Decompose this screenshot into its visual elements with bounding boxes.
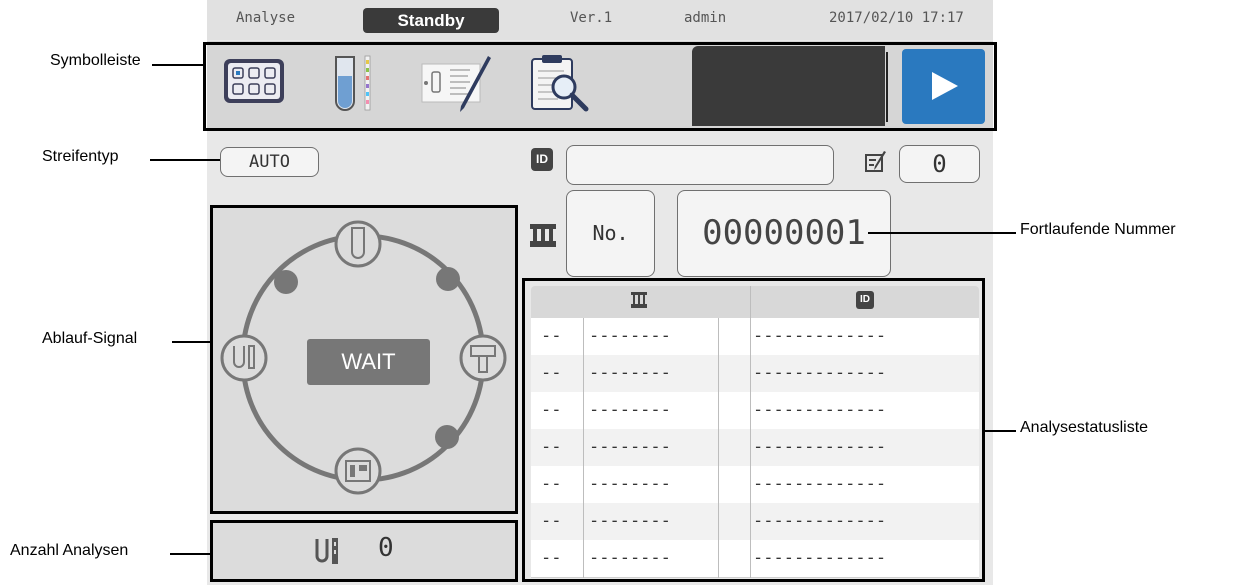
status-list-highlight-frame — [522, 278, 985, 582]
callout-status-list: Analysestatusliste — [1020, 419, 1149, 436]
callout-sequence-number: Fortlaufende Nummer — [1020, 221, 1176, 238]
callout-analyses-count: Anzahl Analysen — [10, 542, 129, 559]
callout-line — [868, 232, 1016, 234]
callout-toolbar: Symbolleiste — [50, 52, 141, 69]
flow-signal-highlight-frame — [210, 205, 518, 514]
version-label: Ver.1 — [570, 10, 613, 26]
user-label: admin — [684, 10, 727, 26]
callout-line — [152, 64, 203, 66]
mode-label: Analyse — [236, 10, 296, 26]
rack-icon — [529, 222, 557, 248]
callout-line — [985, 430, 1016, 432]
state-badge: Standby — [363, 8, 499, 33]
strip-type-field[interactable]: AUTO — [220, 147, 319, 177]
callout-flow-signal: Ablauf-Signal — [42, 330, 138, 347]
callout-line — [150, 159, 220, 161]
datetime-label: 2017/02/10 17:17 — [829, 10, 964, 26]
callout-strip-type: Streifentyp — [42, 148, 119, 165]
callout-line — [172, 341, 210, 343]
id-icon: ID — [531, 148, 553, 171]
id-input[interactable] — [566, 145, 834, 185]
callout-line — [170, 553, 210, 555]
edit-count-value: 0 — [899, 145, 980, 183]
edit-count-icon — [864, 150, 888, 174]
analyses-count-highlight-frame — [210, 520, 518, 582]
no-button[interactable]: No. — [566, 190, 655, 277]
sequence-number-field[interactable]: 00000001 — [677, 190, 891, 277]
toolbar-highlight-frame — [203, 42, 997, 131]
pencil-strip-icon — [865, 151, 886, 172]
